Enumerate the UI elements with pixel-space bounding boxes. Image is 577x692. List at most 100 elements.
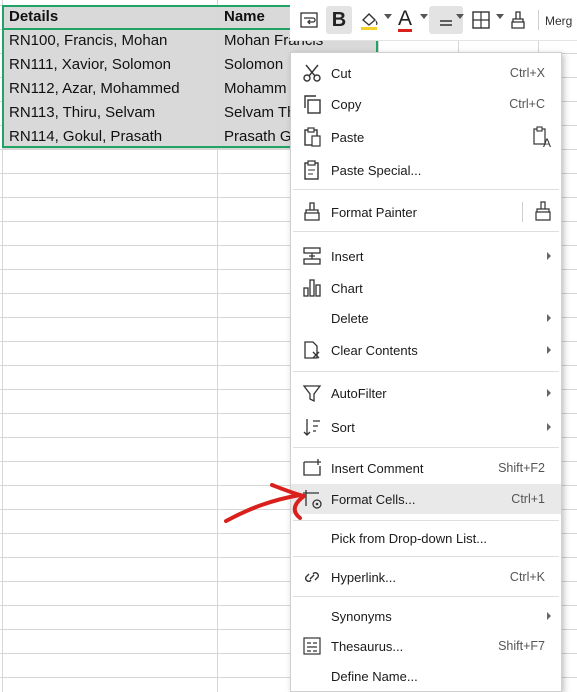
menu-item-format-painter[interactable]: Format Painter [291,197,561,227]
cell-details[interactable]: RN100, Francis, Mohan [3,29,217,53]
menu-item-clear-contents[interactable]: Clear Contents [291,335,561,365]
format-painter-lock-icon[interactable] [531,200,555,224]
menu-item-label: Insert [331,248,364,264]
filter-icon [302,385,322,403]
submenu-arrow-icon [547,612,551,620]
menu-item-paste-special[interactable]: Paste Special... [291,155,561,185]
format-painter-button[interactable] [505,6,531,34]
menu-separator [293,596,559,597]
menu-item-hyperlink[interactable]: Hyperlink... Ctrl+K [291,562,561,592]
cell-details[interactable]: RN113, Thiru, Selvam [3,101,217,125]
paste-icon [304,127,321,147]
menu-item-label: Cut [331,65,352,81]
menu-item-cut[interactable]: Cut Ctrl+X [291,58,561,88]
menu-item-delete[interactable]: Delete [291,303,561,333]
menu-item-chart[interactable]: Chart [291,273,561,303]
menu-item-paste[interactable]: Paste A [291,122,561,152]
menu-item-label: Sort [331,419,355,435]
menu-item-label: Hyperlink... [331,569,397,585]
borders-button[interactable] [468,6,494,34]
column-header-details[interactable]: Details [3,5,217,29]
mini-toolbar: B A [290,0,577,41]
submenu-arrow-icon [547,423,551,431]
menu-item-label: Copy [331,96,362,112]
menu-separator [293,371,559,372]
shortcut-label: Ctrl+K [509,570,545,584]
svg-text:A: A [543,136,551,149]
font-color-button[interactable]: A [392,6,418,34]
menu-item-format-cells[interactable]: Format Cells... Ctrl+1 [291,484,561,514]
wrap-text-button[interactable] [296,6,322,34]
menu-divider [522,202,523,222]
menu-item-thesaurus[interactable]: Thesaurus... Shift+F7 [291,631,561,661]
menu-item-label: Chart [331,280,363,296]
insert-icon [303,247,321,265]
fill-color-button[interactable] [356,6,382,34]
menu-item-autofilter[interactable]: AutoFilter [291,378,561,408]
menu-item-label: Delete [331,310,369,326]
format-painter-icon [304,202,320,221]
cell-details[interactable]: RN111, Xavior, Solomon [3,53,217,77]
format-painter-icon [511,11,525,29]
menu-item-label: Format Cells... [331,491,416,507]
sort-icon [303,419,320,436]
menu-item-pick-from-dropdown[interactable]: Pick from Drop-down List... [291,523,561,553]
comment-icon [303,459,321,476]
menu-separator [293,447,559,448]
eraser-icon [304,341,320,359]
menu-separator [293,520,559,521]
menu-item-label: Clear Contents [331,342,418,358]
scissors-icon [303,64,321,82]
menu-item-sort[interactable]: Sort [291,412,561,442]
menu-item-label: Synonyms [331,608,392,624]
menu-item-label: Format Painter [331,204,417,220]
chevron-down-icon[interactable] [420,14,428,19]
thesaurus-icon [303,637,321,655]
menu-item-label: Paste Special... [331,162,422,178]
shortcut-label: Ctrl+1 [511,492,545,506]
bold-icon: B [331,8,347,31]
cell-details[interactable]: RN114, Gokul, Prasath [3,125,217,149]
submenu-arrow-icon [547,252,551,260]
shortcut-label: Ctrl+X [509,66,545,80]
menu-item-define-name[interactable]: Define Name... [291,661,561,691]
chevron-down-icon[interactable] [456,14,464,19]
menu-item-label: AutoFilter [331,385,387,401]
copy-icon [304,95,321,114]
cell-details[interactable]: RN112, Azar, Mohammed [3,77,217,101]
shortcut-label: Shift+F2 [498,461,545,475]
context-menu: Cut Ctrl+X Copy Ctrl+C Paste A Paste Spe… [290,52,562,692]
format-cells-icon [303,490,322,509]
link-icon [305,572,319,582]
fill-color-icon [361,13,378,30]
align-button[interactable] [429,6,463,34]
paste-special-icon [304,160,319,180]
menu-item-label: Define Name... [331,668,418,684]
shortcut-label: Ctrl+C [509,97,545,111]
menu-item-label: Thesaurus... [331,638,404,654]
merge-button[interactable]: Merg [545,14,572,28]
menu-item-label: Paste [331,129,365,145]
align-icon [440,20,452,26]
submenu-arrow-icon [547,314,551,322]
menu-item-insert-comment[interactable]: Insert Comment Shift+F2 [291,453,561,483]
menu-item-insert[interactable]: Insert [291,241,561,271]
chevron-down-icon[interactable] [384,14,392,19]
menu-item-label: Insert Comment [331,460,424,476]
menu-separator [293,556,559,557]
chart-icon [303,279,321,297]
menu-separator [293,231,559,232]
menu-item-copy[interactable]: Copy Ctrl+C [291,89,561,119]
shortcut-label: Shift+F7 [498,639,545,653]
wrap-text-icon [300,12,318,28]
bold-button[interactable]: B [326,6,352,34]
submenu-arrow-icon [547,346,551,354]
menu-separator [293,189,559,190]
menu-item-label: Pick from Drop-down List... [331,530,488,546]
paste-text-icon[interactable]: A [531,125,555,149]
menu-item-synonyms[interactable]: Synonyms [291,601,561,631]
font-color-icon: A [397,6,412,32]
toolbar-divider [538,10,539,30]
borders-icon [472,11,490,29]
chevron-down-icon[interactable] [496,14,504,19]
